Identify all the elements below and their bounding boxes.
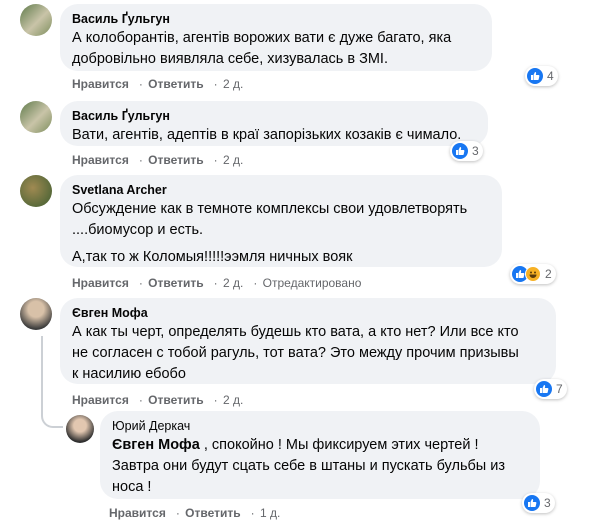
comment-author[interactable]: Василь Ґульгун [72, 108, 476, 125]
timestamp[interactable]: 1 д. [260, 506, 280, 520]
comment-author[interactable]: Юрий Деркач [112, 418, 528, 435]
comment-text: Вати, агентів, адептів в краї запорізьки… [72, 127, 462, 143]
comment-actions: Нравится · Ответить · 2 д. [72, 153, 244, 167]
edited-label[interactable]: Отредактировано [263, 276, 362, 290]
haha-icon [525, 266, 541, 282]
like-icon [524, 495, 540, 511]
comment-actions: Нравится · Ответить · 1 д. [109, 506, 281, 520]
comment-author[interactable]: Svetlana Archer [72, 182, 490, 199]
comment-author[interactable]: Євген Мофа [72, 305, 544, 322]
comment-bubble: Юрий Деркач Євген Мофа , спокойно ! Мы ф… [100, 411, 540, 499]
comment-author[interactable]: Василь Ґульгун [72, 11, 480, 28]
comment-text: А как ты черт, определять будешь кто ват… [72, 324, 519, 382]
thread-line [41, 336, 43, 412]
like-icon [452, 143, 468, 159]
timestamp[interactable]: 2 д. [223, 393, 243, 407]
comment-actions: Нравится · Ответить · 2 д. [72, 393, 244, 407]
avatar[interactable] [20, 4, 52, 36]
reaction-count: 7 [556, 382, 563, 396]
reaction-count: 4 [547, 69, 554, 83]
reaction-count: 3 [472, 144, 479, 158]
reply-button[interactable]: Ответить [148, 276, 203, 290]
avatar[interactable] [20, 298, 52, 330]
timestamp[interactable]: 2 д. [223, 153, 243, 167]
like-icon [536, 381, 552, 397]
like-button[interactable]: Нравится [72, 276, 129, 290]
mention-link[interactable]: Євген Мофа [112, 437, 200, 453]
reply-button[interactable]: Ответить [185, 506, 240, 520]
like-button[interactable]: Нравится [72, 153, 129, 167]
like-button[interactable]: Нравится [72, 393, 129, 407]
comment-actions: Нравится · Ответить · 2 д. · Отредактирован… [72, 276, 362, 290]
reply-button[interactable]: Ответить [148, 77, 203, 91]
reply-button[interactable]: Ответить [148, 153, 203, 167]
reactions-summary[interactable]: 7 [534, 379, 567, 399]
like-button[interactable]: Нравится [109, 506, 166, 520]
reactions-summary[interactable]: 2 [510, 264, 556, 284]
reply-button[interactable]: Ответить [148, 393, 203, 407]
comment-actions: Нравится · Ответить · 2 д. [72, 77, 244, 91]
comment-bubble: Василь Ґульгун А колоборантів, агентів в… [60, 4, 492, 71]
comment-text-2: А,так то ж Коломыя!!!!!ээмля ничных вояк [72, 249, 353, 265]
reaction-count: 3 [544, 496, 551, 510]
reactions-summary[interactable]: 3 [450, 141, 483, 161]
like-button[interactable]: Нравится [72, 77, 129, 91]
comment-text: А колоборантів, агентів ворожих вати є д… [72, 30, 452, 67]
avatar[interactable] [20, 101, 52, 133]
reactions-summary[interactable]: 4 [525, 66, 558, 86]
timestamp[interactable]: 2 д. [223, 276, 243, 290]
avatar[interactable] [66, 415, 94, 443]
like-icon [527, 68, 543, 84]
thread-line-curve [41, 410, 63, 428]
comment-text: Обсуждение как в темноте комплексы свои … [72, 201, 468, 238]
avatar[interactable] [20, 175, 52, 207]
comment-bubble: Євген Мофа А как ты черт, определять буд… [60, 298, 556, 384]
comment-bubble: Svetlana Archer Обсуждение как в темноте… [60, 175, 502, 267]
timestamp[interactable]: 2 д. [223, 77, 243, 91]
reactions-summary[interactable]: 3 [522, 493, 555, 513]
reaction-count: 2 [545, 267, 552, 281]
comment-bubble: Василь Ґульгун Вати, агентів, адептів в … [60, 101, 488, 146]
